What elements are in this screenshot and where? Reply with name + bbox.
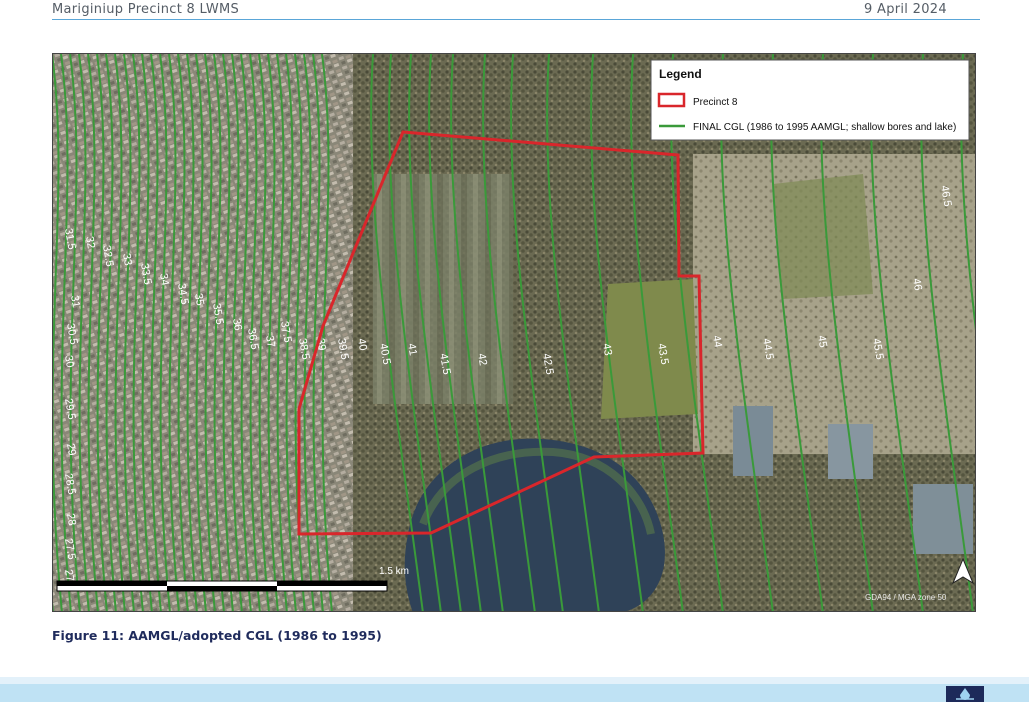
map-figure: 31.5 32 32.5 33 33.5 34 34.5 35 35.5 36 36.5 37 37.5… xyxy=(52,53,976,612)
contour-label: 35 xyxy=(192,292,206,306)
legend-label-precinct: Precinct 8 xyxy=(693,97,738,108)
contour-label: 37 xyxy=(263,334,277,348)
contour-label: 31 xyxy=(68,294,82,308)
contour-label: 28 xyxy=(64,512,78,526)
contour-label: 40 xyxy=(355,337,369,351)
document-title: Mariginiup Precinct 8 LWMS xyxy=(52,2,240,17)
scale-bar-label: 1.5 km xyxy=(379,566,409,577)
contour-label: 36 xyxy=(230,317,244,331)
contour-label: 30 xyxy=(62,354,76,368)
contour-label: 44 xyxy=(710,334,724,348)
contour-label: 45 xyxy=(815,334,829,348)
footer-band-light xyxy=(0,677,1029,684)
contour-label: 32 xyxy=(83,235,97,249)
water-drop-logo-icon xyxy=(946,686,984,702)
contour-label: 34 xyxy=(157,272,171,286)
contour-label: 41 xyxy=(405,342,419,356)
legend-title: Legend xyxy=(659,67,702,81)
contour-label: 43 xyxy=(600,342,614,356)
header-divider xyxy=(52,19,980,20)
contour-label: 33 xyxy=(120,252,134,266)
contour-label: 46 xyxy=(910,277,924,291)
map-legend: Legend Precinct 8 FINAL CGL (1986 to 199… xyxy=(650,59,970,141)
projection-label: GDA94 / MGA zone 50 xyxy=(865,593,947,602)
legend-label-cgl: FINAL CGL (1986 to 1995 AAMGL; shallow b… xyxy=(693,122,956,133)
figure-caption: Figure 11: AAMGL/adopted CGL (1986 to 19… xyxy=(52,628,382,643)
document-date: 9 April 2024 xyxy=(864,2,947,17)
contour-label: 29 xyxy=(64,442,78,456)
contour-label: 42 xyxy=(475,352,489,366)
footer-band xyxy=(0,684,1029,702)
contour-label: 27 xyxy=(62,568,76,582)
